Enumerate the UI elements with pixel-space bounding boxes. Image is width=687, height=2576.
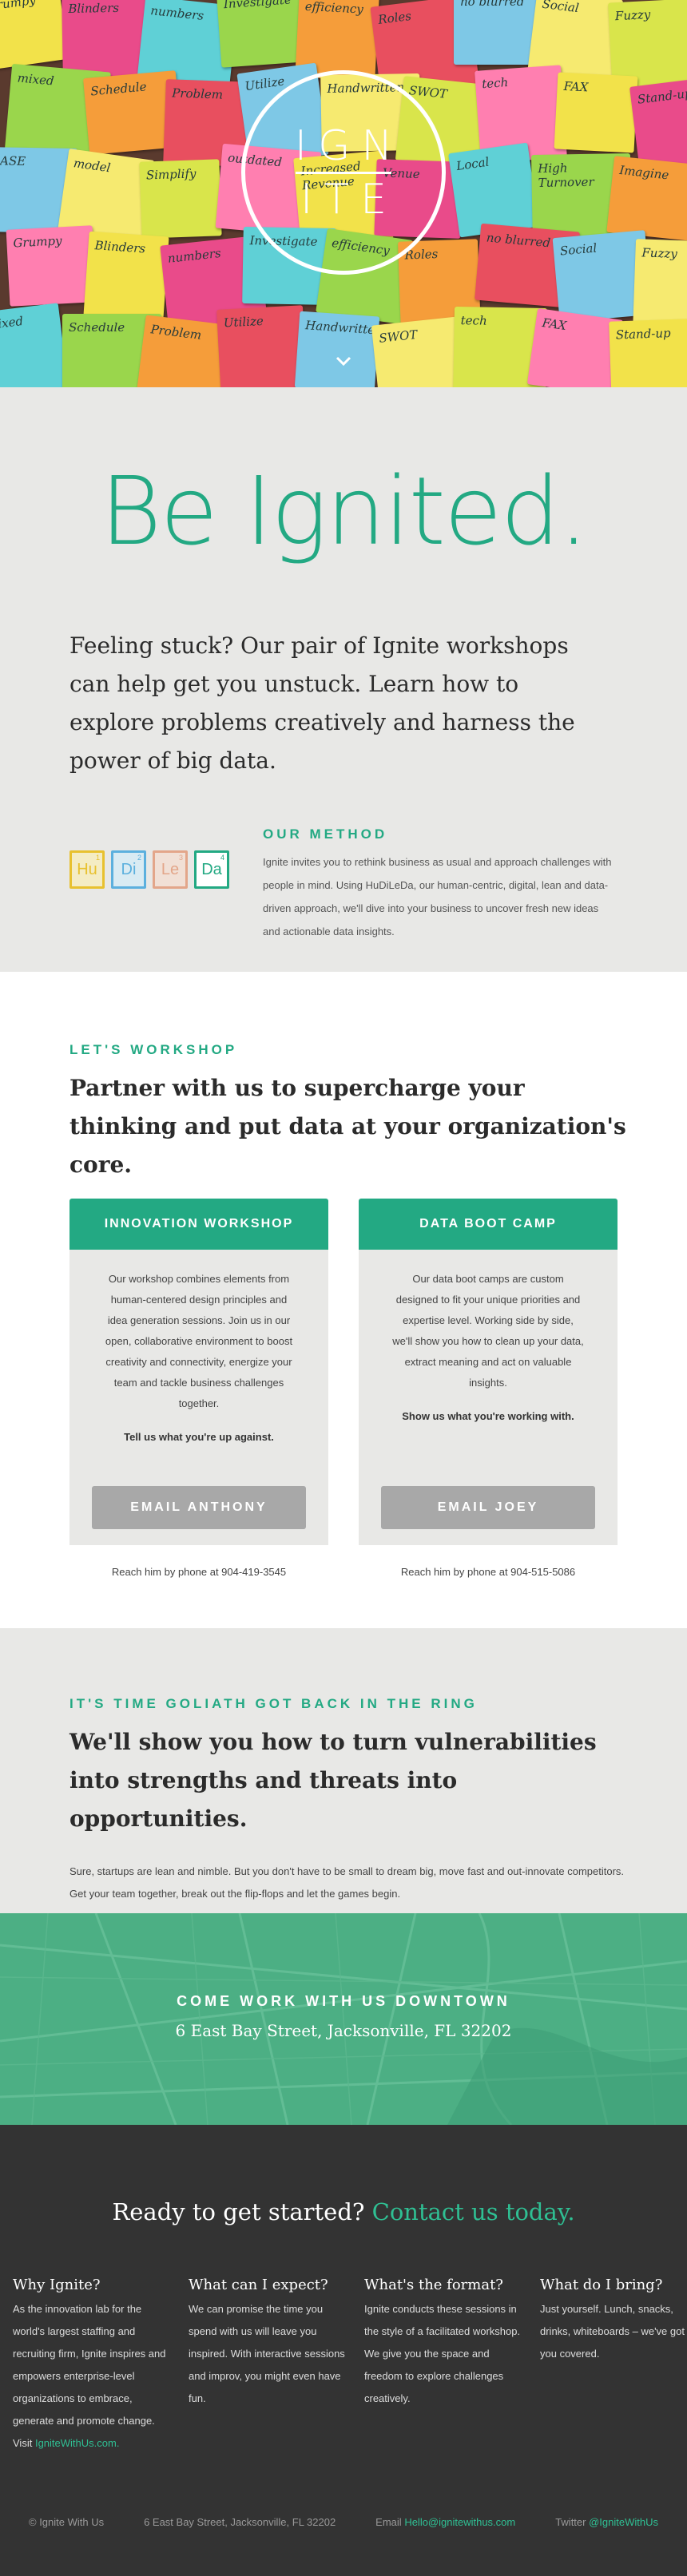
ready-text: Ready to get started? [112, 2198, 365, 2225]
email-anthony-button[interactable]: EMAIL ANTHONY [92, 1486, 306, 1529]
sticky-note: Grumpy [0, 0, 69, 70]
sticky-note: Local [448, 142, 539, 238]
sticky-note-text: efficiency [304, 0, 364, 17]
logo-text-top: IGN [294, 121, 404, 170]
element-hu: 1 Hu [69, 850, 105, 889]
location-map[interactable]: COME WORK WITH US DOWNTOWN 6 East Bay St… [0, 1913, 687, 2125]
sticky-note-text: Fuzzy [641, 245, 678, 261]
sticky-note: FAX [554, 72, 638, 153]
copyright: © Ignite With Us [29, 2516, 105, 2528]
card-body: Our workshop combines elements from huma… [69, 1250, 328, 1545]
goliath-label: IT'S TIME GOLIATH GOT BACK IN THE RING [69, 1696, 478, 1711]
sticky-note-text: Utilize [223, 313, 264, 331]
ready-heading: Ready to get started? Contact us today. [0, 2198, 687, 2225]
card-description: Our data boot camps are custom designed … [392, 1273, 584, 1389]
faq-format: What's the format? Ignite conducts these… [364, 2277, 521, 2455]
workshop-section: LET'S WORKSHOP Partner with us to superc… [0, 972, 687, 1628]
goliath-section: IT'S TIME GOLIATH GOT BACK IN THE RING W… [0, 1628, 687, 1913]
sticky-note-text: Handwritten [304, 318, 383, 338]
sticky-note: Stand-up [629, 74, 687, 172]
element-da: 4 Da [194, 850, 229, 889]
intro-lead: Feeling stuck? Our pair of Ignite worksh… [69, 632, 575, 774]
intro-section: Be Ignited. Feeling stuck? Our pair of I… [0, 387, 687, 972]
sticky-note-text: no blurred [460, 0, 525, 9]
sticky-note: Blinders [83, 231, 169, 322]
card-cta: Tell us what you're up against. [124, 1431, 274, 1443]
faq-text: Just yourself. Lunch, snacks, drinks, wh… [540, 2303, 685, 2360]
email-joey-button[interactable]: EMAIL JOEY [381, 1486, 595, 1529]
sticky-note: Simplify [139, 159, 222, 239]
faq-title: What do I bring? [540, 2277, 663, 2293]
sticky-note-text: Fuzzy [614, 6, 651, 24]
faq-text: Ignite conducts these sessions in the st… [364, 2303, 521, 2404]
ignite-logo[interactable]: IGN ITE [241, 70, 446, 275]
card-description: Our workshop combines elements from huma… [105, 1273, 293, 1409]
sticky-note: Stand-up [609, 319, 687, 387]
method-label: OUR METHOD [263, 826, 388, 842]
phone-text: Reach him by phone at 904-419-3545 [111, 1566, 287, 1578]
footer-bottom-bar: © Ignite With Us 6 East Bay Street, Jack… [29, 2516, 658, 2528]
faq-columns: Why Ignite? As the innovation lab for th… [13, 2277, 687, 2455]
footer: Ready to get started? Contact us today. … [0, 2125, 687, 2576]
faq-why-ignite: Why Ignite? As the innovation lab for th… [13, 2277, 169, 2455]
page-title: Be Ignited. [100, 456, 589, 566]
sticky-note: mixed [0, 303, 69, 387]
footer-twitter: Twitter @IgniteWithUs [555, 2516, 658, 2528]
sticky-note-text: Blinders [93, 238, 146, 256]
goliath-body: Sure, startups are lean and nimble. But … [69, 1865, 625, 1900]
sticky-note: Handwritten [294, 311, 383, 387]
sticky-note-text: Investigate [223, 0, 292, 12]
data-boot-camp-card: DATA BOOT CAMP Our data boot camps are c… [359, 1199, 618, 1578]
faq-text: We can promise the time you spend with u… [189, 2303, 345, 2404]
map-address[interactable]: 6 East Bay Street, Jacksonville, FL 3220… [0, 2021, 687, 2040]
map-caption: COME WORK WITH US DOWNTOWN 6 East Bay St… [0, 1993, 687, 2040]
hudileda-elements: 1 Hu 2 Di 3 Le 4 Da [69, 826, 237, 943]
faq-title: What can I expect? [189, 2277, 328, 2293]
sticky-note-text: Simplify [145, 166, 197, 183]
sticky-note: Utilize [216, 305, 308, 387]
faq-text: As the innovation lab for the world's la… [13, 2303, 166, 2449]
twitter-link[interactable]: @IgniteWithUs [589, 2516, 658, 2528]
workshop-label: LET'S WORKSHOP [69, 1042, 238, 1057]
sticky-note: Investigate [216, 0, 308, 68]
innovation-workshop-card: INNOVATION WORKSHOP Our workshop combine… [69, 1199, 328, 1578]
footer-email: Email Hello@ignitewithus.com [375, 2516, 516, 2528]
footer-address: 6 East Bay Street, Jacksonville, FL 3220… [144, 2516, 336, 2528]
sticky-note-text: Grumpy [12, 233, 62, 251]
logo-text-bottom: ITE [300, 175, 398, 224]
chevron-down-icon[interactable] [334, 351, 353, 371]
sticky-note-text: tech [460, 313, 487, 328]
sticky-note-text: Stand-up [615, 326, 671, 343]
card-title: DATA BOOT CAMP [359, 1199, 618, 1250]
sticky-note: Grumpy [6, 225, 97, 307]
card-title: INNOVATION WORKSHOP [69, 1199, 328, 1250]
email-link[interactable]: Hello@ignitewithus.com [404, 2516, 515, 2528]
method-text: Ignite invites you to rethink business a… [263, 856, 612, 937]
goliath-heading: We'll show you how to turn vulnerabiliti… [69, 1729, 597, 1832]
element-le: 3 Le [153, 850, 188, 889]
sticky-note-text: tech [481, 75, 509, 92]
element-di: 2 Di [111, 850, 146, 889]
card-body: Our data boot camps are custom designed … [359, 1250, 618, 1545]
faq-bring: What do I bring? Just yourself. Lunch, s… [540, 2277, 687, 2455]
faq-expect: What can I expect? We can promise the ti… [189, 2277, 345, 2455]
sticky-note-text: Grumpy [0, 0, 37, 14]
sticky-note: Imagine [606, 156, 687, 242]
workshop-cards: INNOVATION WORKSHOP Our workshop combine… [69, 1199, 687, 1578]
faq-title: What's the format? [364, 2277, 503, 2293]
ignite-site-link[interactable]: IgniteWithUs.com. [35, 2437, 119, 2449]
sticky-note-text: mixed [0, 313, 25, 333]
contact-link[interactable]: Contact us today. [372, 2198, 575, 2225]
card-cta: Show us what you're working with. [402, 1410, 574, 1422]
faq-title: Why Ignite? [13, 2277, 101, 2293]
map-label: COME WORK WITH US DOWNTOWN [177, 1993, 510, 2009]
hero-banner: Grumpy Blinders numbers Investigate efficien… [0, 0, 687, 387]
sticky-note-text: FAX [563, 78, 589, 95]
logo-divider [296, 171, 391, 174]
sticky-note: FAX [526, 307, 624, 387]
workshop-heading: Partner with us to supercharge your thin… [69, 1075, 626, 1178]
method-block: 1 Hu 2 Di 3 Le 4 Da OUR METHOD Ignite invite… [69, 826, 687, 943]
method-description: OUR METHOD Ignite invites you to rethink… [263, 826, 614, 943]
phone-text: Reach him by phone at 904-515-5086 [400, 1566, 576, 1578]
